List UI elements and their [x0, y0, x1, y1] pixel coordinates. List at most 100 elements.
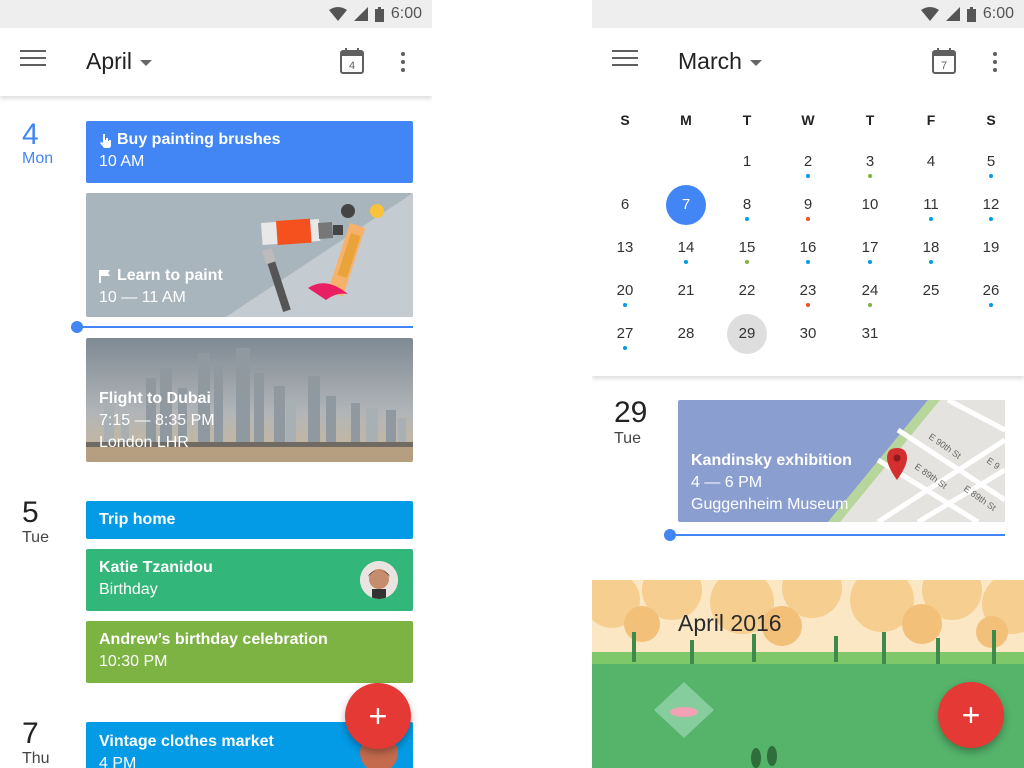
- calendar-day-13[interactable]: 13: [605, 228, 645, 268]
- event-subtitle: Birthday: [99, 581, 158, 598]
- weekday-header: M: [680, 112, 692, 128]
- calendar-day-number: 3: [865, 153, 875, 170]
- calendar-day-4[interactable]: 4: [911, 142, 951, 182]
- app-bar: March 7: [592, 28, 1024, 96]
- svg-text:4: 4: [349, 60, 355, 72]
- calendar-day-2[interactable]: 2: [788, 142, 828, 182]
- event-indicator-dot: [989, 217, 993, 221]
- calendar-day-8[interactable]: 8: [727, 185, 767, 225]
- calendar-day-number: 13: [616, 239, 634, 256]
- calendar-day-10[interactable]: 10: [850, 185, 890, 225]
- event-title: Katie Tzanidou: [99, 559, 213, 576]
- calendar-day-25[interactable]: 25: [911, 271, 951, 311]
- event-learn-to-paint[interactable]: Learn to paint 10 — 11 AM: [86, 193, 413, 317]
- signal-icon: [353, 7, 368, 21]
- calendar-day-6[interactable]: 6: [605, 185, 645, 225]
- battery-icon: [966, 6, 976, 22]
- battery-icon: [374, 6, 384, 22]
- add-event-fab[interactable]: +: [938, 682, 1004, 748]
- calendar-day-number: 27: [616, 325, 634, 342]
- calendar-day-11[interactable]: 11: [911, 185, 951, 225]
- calendar-day-3[interactable]: 3: [850, 142, 890, 182]
- calendar-day-14[interactable]: 14: [666, 228, 706, 268]
- event-indicator-dot: [929, 217, 933, 221]
- event-indicator-dot: [623, 346, 627, 350]
- calendar-day-17[interactable]: 17: [850, 228, 890, 268]
- calendar-day-9[interactable]: 9: [788, 185, 828, 225]
- calendar-day-26[interactable]: 26: [971, 271, 1011, 311]
- calendar-day-7[interactable]: 7: [666, 185, 706, 225]
- more-options-icon[interactable]: [400, 52, 406, 74]
- calendar-day-23[interactable]: 23: [788, 271, 828, 311]
- status-bar: 6:00: [0, 0, 432, 28]
- flag-icon: [99, 269, 110, 283]
- event-title: Andrew’s birthday celebration: [99, 631, 328, 648]
- calendar-day-number: 9: [803, 196, 813, 213]
- menu-icon[interactable]: [612, 50, 638, 72]
- more-options-icon[interactable]: [992, 52, 998, 74]
- left-phone-screen: 6:00 April 4 4 Mon Buy painting brushes …: [0, 0, 432, 768]
- event-time: 4 — 6 PM: [691, 474, 763, 491]
- calendar-day-number: 4: [926, 153, 936, 170]
- month-selector[interactable]: March: [678, 48, 762, 75]
- event-kandinsky-exhibition[interactable]: E 90th St E 89th St E 89th St E 9 Kandin…: [678, 400, 1005, 522]
- event-indicator-dot: [989, 303, 993, 307]
- current-time-line: [670, 534, 1005, 536]
- calendar-day-5[interactable]: 5: [971, 142, 1011, 182]
- month-selector[interactable]: April: [86, 48, 153, 75]
- today-calendar-icon[interactable]: 7: [932, 48, 956, 74]
- calendar-day-number: 25: [922, 282, 940, 299]
- calendar-day-19[interactable]: 19: [971, 228, 1011, 268]
- calendar-day-27[interactable]: 27: [605, 314, 645, 354]
- calendar-day-22[interactable]: 22: [727, 271, 767, 311]
- calendar-day-28[interactable]: 28: [666, 314, 706, 354]
- calendar-day-31[interactable]: 31: [850, 314, 890, 354]
- event-flight-to-dubai[interactable]: Flight to Dubai 7:15 — 8:35 PM London LH…: [86, 338, 413, 462]
- svg-text:7: 7: [941, 60, 947, 72]
- today-calendar-icon[interactable]: 4: [340, 48, 364, 74]
- calendar-day-number: 21: [677, 282, 695, 299]
- day-number: 5: [22, 496, 39, 529]
- weekday-header: S: [620, 112, 630, 128]
- status-bar: 6:00: [592, 0, 1024, 28]
- day-name: Tue: [614, 430, 641, 447]
- calendar-day-24[interactable]: 24: [850, 271, 890, 311]
- calendar-day-number: 19: [982, 239, 1000, 256]
- event-title: Trip home: [99, 511, 176, 528]
- calendar-day-29[interactable]: 29: [727, 314, 767, 354]
- event-katie-birthday[interactable]: Katie Tzanidou Birthday: [86, 549, 413, 611]
- calendar-day-number: 14: [677, 239, 695, 256]
- event-location: London LHR: [99, 434, 189, 451]
- event-title: Kandinsky exhibition: [691, 452, 852, 469]
- calendar-day-12[interactable]: 12: [971, 185, 1011, 225]
- calendar-day-number: 24: [861, 282, 879, 299]
- event-time: 10 AM: [99, 153, 145, 170]
- event-buy-painting-brushes[interactable]: Buy painting brushes 10 AM: [86, 121, 413, 183]
- calendar-day-20[interactable]: 20: [605, 271, 645, 311]
- event-trip-home[interactable]: Trip home: [86, 501, 413, 539]
- weekday-header: T: [865, 112, 875, 128]
- calendar-day-16[interactable]: 16: [788, 228, 828, 268]
- calendar-day-21[interactable]: 21: [666, 271, 706, 311]
- calendar-day-1[interactable]: 1: [727, 142, 767, 182]
- menu-icon[interactable]: [20, 50, 46, 72]
- month-title: April: [86, 48, 133, 74]
- status-time: 6:00: [982, 5, 1014, 22]
- event-andrew-birthday[interactable]: Andrew’s birthday celebration 10:30 PM: [86, 621, 413, 683]
- calendar-day-18[interactable]: 18: [911, 228, 951, 268]
- calendar-day-30[interactable]: 30: [788, 314, 828, 354]
- dropdown-arrow-icon: [749, 59, 762, 66]
- calendar-day-15[interactable]: 15: [727, 228, 767, 268]
- weekday-header: T: [742, 112, 752, 128]
- day-name: Tue: [22, 529, 49, 546]
- calendar-day-number: 23: [799, 282, 817, 299]
- calendar-day-number: 10: [861, 196, 879, 213]
- calendar-day-number: 26: [982, 282, 1000, 299]
- event-title: Buy painting brushes: [117, 131, 281, 148]
- calendar-day-number: 8: [742, 196, 752, 213]
- calendar-day-number: 29: [738, 325, 756, 342]
- event-indicator-dot: [929, 260, 933, 264]
- calendar-day-number: 2: [803, 153, 813, 170]
- add-event-fab[interactable]: +: [345, 683, 411, 749]
- event-time: 4 PM: [99, 755, 137, 768]
